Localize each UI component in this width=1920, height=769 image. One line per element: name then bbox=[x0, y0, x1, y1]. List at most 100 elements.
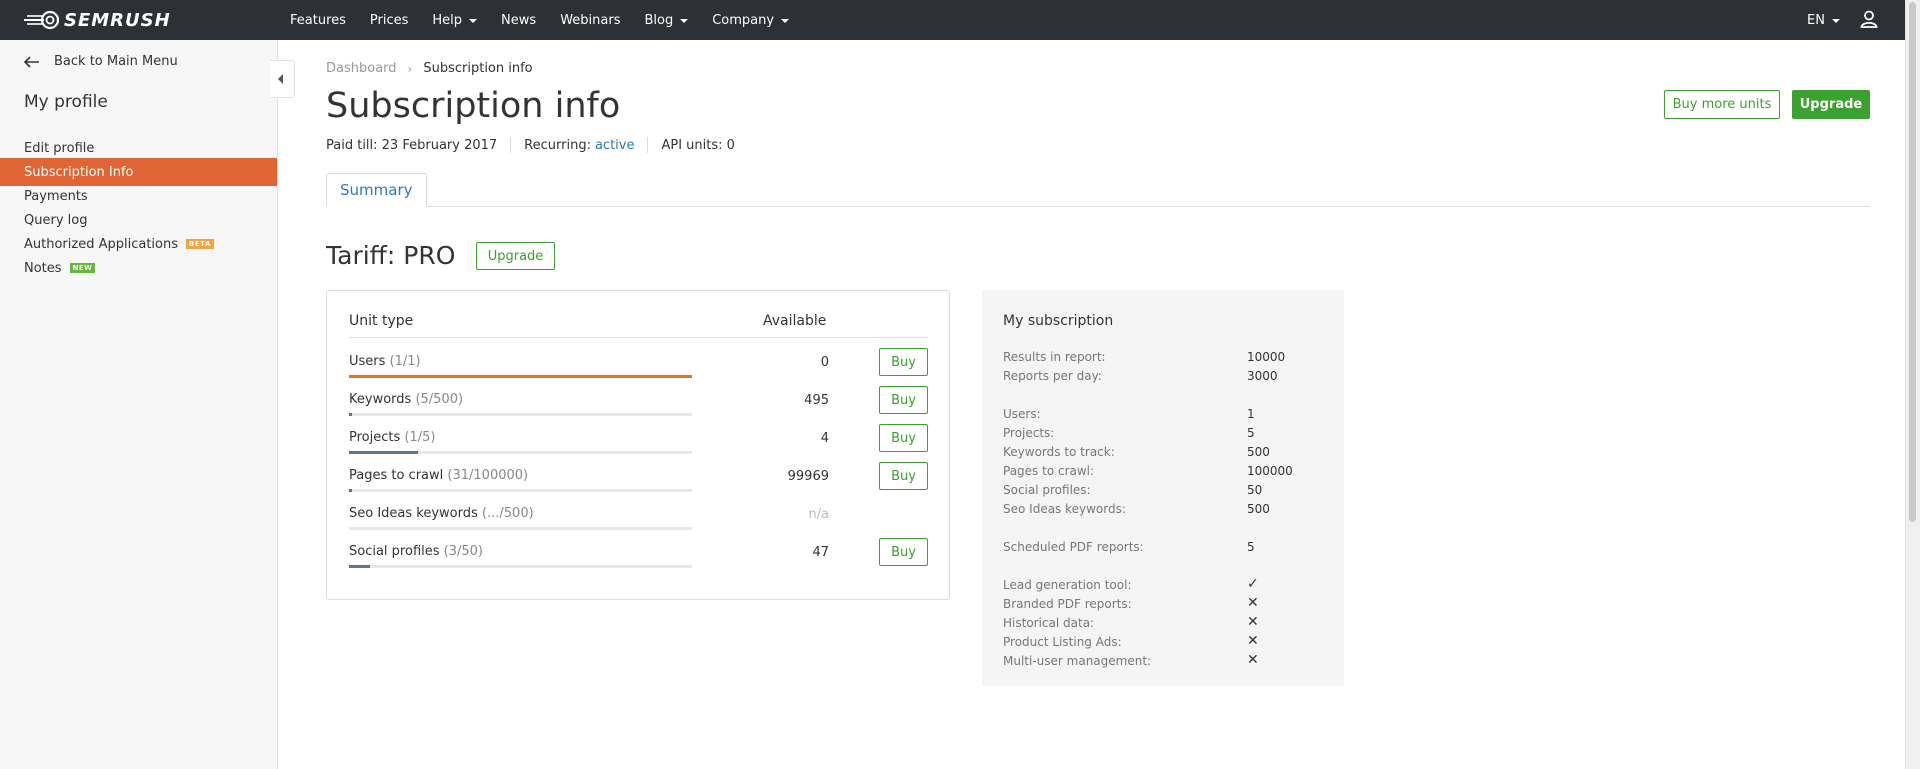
subscription-row: Seo Ideas keywords: 500 bbox=[1003, 502, 1333, 521]
subscription-value: 100000 bbox=[1247, 464, 1293, 478]
unit-row: Seo Ideas keywords (.../500) n/a bbox=[349, 506, 928, 544]
subscription-label: Projects: bbox=[1003, 426, 1055, 440]
sidebar-item-label: Payments bbox=[24, 188, 88, 204]
new-badge: NEW bbox=[69, 263, 96, 273]
subscription-row: Multi-user management: ✕ bbox=[1003, 652, 1333, 673]
buy-button[interactable]: Buy bbox=[879, 348, 928, 376]
subscription-row: Historical data: ✕ bbox=[1003, 614, 1333, 635]
unit-usage-bar bbox=[349, 565, 692, 568]
subscription-meta: Paid till: 23 February 2017 Recurring: a… bbox=[326, 137, 735, 153]
breadcrumb-dashboard[interactable]: Dashboard bbox=[326, 61, 397, 76]
logo-text: SEMRUSH bbox=[64, 9, 171, 31]
collapse-left-icon bbox=[278, 74, 283, 84]
unit-available: 4 bbox=[820, 431, 829, 446]
unit-available: n/a bbox=[808, 507, 829, 522]
cross-icon: ✕ bbox=[1247, 595, 1259, 611]
subscription-label: Results in report: bbox=[1003, 350, 1106, 364]
back-to-main-menu-link[interactable]: Back to Main Menu bbox=[24, 54, 178, 69]
buy-button[interactable]: Buy bbox=[879, 386, 928, 414]
unit-usage-bar bbox=[349, 527, 692, 530]
page-scrollbar[interactable] bbox=[1905, 0, 1920, 769]
units-card: Unit type Available Users (1/1) 0 Buy Keywo… bbox=[326, 290, 950, 600]
unit-usage-count: (.../500) bbox=[481, 506, 534, 521]
subscription-label: Historical data: bbox=[1003, 616, 1095, 630]
subscription-row: Social profiles: 50 bbox=[1003, 483, 1333, 502]
unit-available: 47 bbox=[812, 545, 829, 560]
my-subscription-title: My subscription bbox=[1003, 313, 1114, 329]
nav-item-help[interactable]: Help bbox=[432, 13, 478, 28]
nav-item-prices[interactable]: Prices bbox=[370, 13, 409, 28]
subscription-value: 500 bbox=[1247, 502, 1270, 516]
unit-usage-bar bbox=[349, 451, 692, 454]
unit-type-label: Seo Ideas keywords bbox=[349, 506, 478, 521]
subscription-row: Pages to crawl: 100000 bbox=[1003, 464, 1333, 483]
cross-icon: ✕ bbox=[1247, 614, 1259, 630]
subscription-label: Reports per day: bbox=[1003, 369, 1102, 383]
subscription-value: 500 bbox=[1247, 445, 1270, 459]
subscription-row: Projects: 5 bbox=[1003, 426, 1333, 445]
breadcrumb: Dashboard › Subscription info bbox=[326, 61, 533, 76]
buy-more-units-button[interactable]: Buy more units bbox=[1664, 90, 1780, 119]
unit-name: Pages to crawl (31/100000) bbox=[349, 468, 528, 483]
nav-item-news[interactable]: News bbox=[501, 13, 536, 28]
sidebar-item-notes[interactable]: Notes NEW bbox=[0, 254, 277, 282]
unit-usage-fill bbox=[349, 375, 692, 378]
language-selector[interactable]: EN bbox=[1807, 0, 1840, 40]
unit-name: Users (1/1) bbox=[349, 354, 421, 369]
buy-button[interactable]: Buy bbox=[879, 424, 928, 452]
subscription-value: 5 bbox=[1247, 540, 1255, 554]
sidebar-item-label: Query log bbox=[24, 212, 88, 228]
unit-usage-fill bbox=[349, 489, 352, 492]
unit-name: Seo Ideas keywords (.../500) bbox=[349, 506, 534, 521]
user-icon[interactable] bbox=[1860, 10, 1878, 28]
sidebar-collapse-toggle[interactable] bbox=[270, 60, 295, 98]
header-divider bbox=[349, 337, 928, 338]
semrush-logo[interactable]: SEMRUSH bbox=[22, 8, 171, 32]
unit-usage-bar bbox=[349, 489, 692, 492]
upgrade-button[interactable]: Upgrade bbox=[1792, 90, 1870, 119]
subscription-row: Scheduled PDF reports: 5 bbox=[1003, 540, 1333, 559]
sidebar-item-label: Edit profile bbox=[24, 140, 95, 156]
unit-row: Keywords (5/500) 495 Buy bbox=[349, 386, 928, 430]
scrollbar-thumb[interactable] bbox=[1909, 2, 1916, 522]
recurring-status-link[interactable]: active bbox=[595, 138, 635, 153]
subscription-label: Users: bbox=[1003, 407, 1041, 421]
language-label: EN bbox=[1807, 12, 1825, 28]
subscription-value: 1 bbox=[1247, 407, 1255, 421]
sidebar-item-label: Subscription Info bbox=[24, 164, 134, 180]
subscription-label: Branded PDF reports: bbox=[1003, 597, 1132, 611]
main-nav: Features Prices Help News Webinars Blog Compan… bbox=[290, 0, 813, 40]
unit-name: Keywords (5/500) bbox=[349, 392, 463, 407]
unit-usage-count: (3/50) bbox=[443, 544, 483, 559]
buy-button[interactable]: Buy bbox=[879, 538, 928, 566]
tariff-title: Tariff: PRO bbox=[326, 241, 456, 270]
unit-usage-count: (1/5) bbox=[404, 430, 436, 445]
nav-item-blog[interactable]: Blog bbox=[644, 13, 689, 28]
unit-usage-fill bbox=[349, 413, 352, 416]
nav-item-company[interactable]: Company bbox=[712, 13, 790, 28]
tariff-upgrade-button[interactable]: Upgrade bbox=[476, 242, 555, 270]
arrow-left-icon bbox=[24, 55, 39, 68]
sidebar: Back to Main Menu My profile Edit profil… bbox=[0, 40, 278, 769]
subscription-label: Product Listing Ads: bbox=[1003, 635, 1122, 649]
unit-available: 0 bbox=[820, 355, 829, 370]
unit-row: Users (1/1) 0 Buy bbox=[349, 348, 928, 392]
unit-name: Social profiles (3/50) bbox=[349, 544, 483, 559]
nav-item-webinars[interactable]: Webinars bbox=[560, 13, 620, 28]
subscription-label: Lead generation tool: bbox=[1003, 578, 1132, 592]
tab-summary[interactable]: Summary bbox=[326, 173, 427, 207]
buy-button[interactable]: Buy bbox=[879, 462, 928, 490]
meta-divider bbox=[510, 137, 512, 153]
page-title: Subscription info bbox=[326, 86, 621, 126]
nav-item-features[interactable]: Features bbox=[290, 13, 346, 28]
unit-usage-count: (5/500) bbox=[415, 392, 464, 407]
unit-name: Projects (1/5) bbox=[349, 430, 435, 445]
sidebar-item-label: Notes bbox=[24, 260, 62, 276]
subscription-row: Product Listing Ads: ✕ bbox=[1003, 633, 1333, 654]
column-unit-type: Unit type bbox=[349, 313, 414, 329]
unit-row: Social profiles (3/50) 47 Buy bbox=[349, 538, 928, 582]
chevron-down-icon bbox=[469, 18, 478, 23]
back-link-label: Back to Main Menu bbox=[54, 54, 178, 69]
unit-usage-count: (1/1) bbox=[389, 354, 421, 369]
chevron-down-icon bbox=[680, 18, 689, 23]
